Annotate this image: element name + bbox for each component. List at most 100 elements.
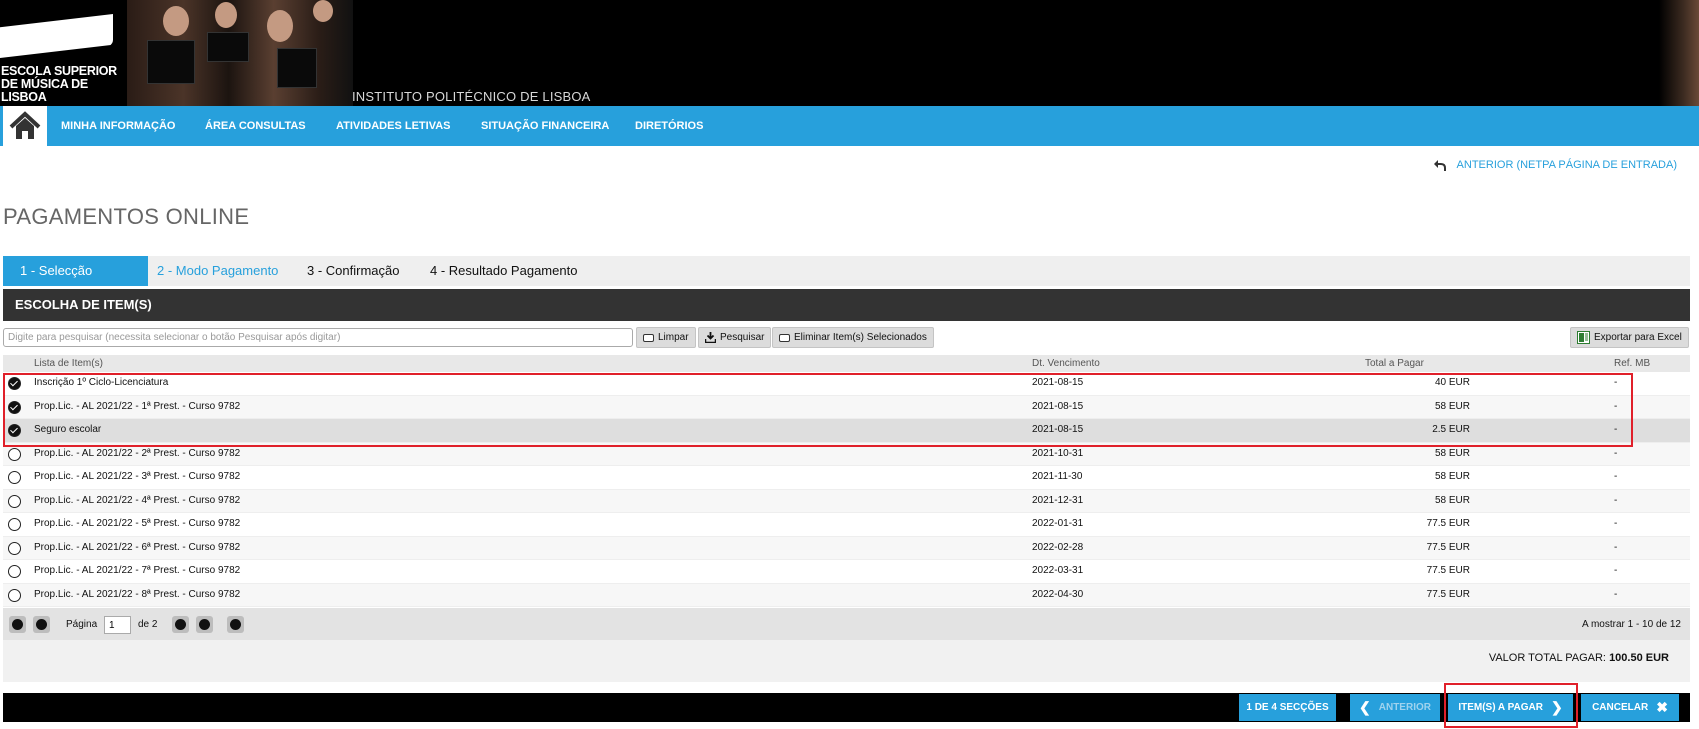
table-row[interactable]: Prop.Lic. - AL 2021/22 - 4ª Prest. - Cur…	[3, 489, 1690, 513]
checked-radio-icon[interactable]	[8, 377, 21, 390]
unchecked-radio-icon[interactable]	[8, 518, 21, 531]
total-area: VALOR TOTAL PAGAR: 100.50 EUR	[3, 640, 1690, 682]
previous-button[interactable]: ❮ ANTERIOR	[1350, 694, 1440, 721]
total-amount: 77.5 EUR	[1426, 588, 1470, 600]
table-row[interactable]: Prop.Lic. - AL 2021/22 - 5ª Prest. - Cur…	[3, 513, 1690, 537]
main-nav: MINHA INFORMAÇÃO ÁREA CONSULTAS ATIVIDAD…	[0, 106, 1699, 146]
ref-mb: -	[1614, 400, 1618, 412]
due-date: 2021-08-15	[1032, 377, 1084, 388]
sections-label: 1 DE 4 SECÇÕES	[1246, 702, 1329, 713]
chevron-right-icon: ❯	[1550, 699, 1563, 715]
table-row[interactable]: Prop.Lic. - AL 2021/22 - 3ª Prest. - Cur…	[3, 466, 1690, 490]
total-amount: 77.5 EUR	[1426, 541, 1470, 553]
due-date: 2021-12-31	[1032, 494, 1084, 506]
table-row[interactable]: Prop.Lic. - AL 2021/22 - 8ª Prest. - Cur…	[3, 583, 1690, 607]
page-title: PAGAMENTOS ONLINE	[3, 204, 250, 229]
banner-photo-edge	[1659, 0, 1699, 106]
ref-mb: -	[1614, 377, 1618, 388]
items-to-pay-label: ITEM(S) A PAGAR	[1458, 702, 1543, 713]
col-header-items: Lista de Item(s)	[34, 358, 103, 369]
section-title: ESCOLHA DE ITEM(S)	[3, 289, 1690, 321]
ref-mb: -	[1614, 494, 1618, 506]
remove-icon	[779, 333, 790, 342]
back-link[interactable]: ANTERIOR (NETPA PÁGINA DE ENTRADA)	[1433, 158, 1677, 172]
first-page-button[interactable]	[9, 616, 26, 633]
table-header: Lista de Item(s) Dt. Vencimento Total a …	[3, 355, 1690, 372]
unchecked-radio-icon[interactable]	[8, 447, 21, 461]
last-page-button[interactable]	[196, 616, 213, 633]
total-amount: 58 EUR	[1434, 494, 1470, 506]
table-row[interactable]: Prop.Lic. - AL 2021/22 - 7ª Prest. - Cur…	[3, 560, 1690, 584]
remove-selected-label: Eliminar Item(s) Selecionados	[794, 332, 927, 343]
table-row[interactable]: Inscrição 1º Ciclo-Licenciatura 2021-08-1…	[3, 372, 1690, 396]
ref-mb: -	[1614, 447, 1618, 459]
table-row[interactable]: Prop.Lic. - AL 2021/22 - 6ª Prest. - Cur…	[3, 536, 1690, 560]
unchecked-radio-icon[interactable]	[8, 494, 21, 508]
page-label: Página	[66, 619, 98, 630]
previous-label: ANTERIOR	[1378, 702, 1431, 713]
home-icon	[9, 111, 41, 139]
nav-situacao-financeira[interactable]: SITUAÇÃO FINANCEIRA	[481, 106, 609, 146]
search-button[interactable]: Pesquisar	[698, 327, 772, 348]
ref-mb: -	[1614, 471, 1618, 482]
institute-name: INSTITUTO POLITÉCNICO DE LISBOA	[352, 89, 591, 104]
prev-page-button[interactable]	[33, 616, 50, 633]
export-excel-button[interactable]: Exportar para Excel	[1570, 327, 1689, 348]
search-input[interactable]	[3, 328, 633, 347]
checked-radio-icon[interactable]	[8, 424, 21, 437]
nav-diretorios[interactable]: DIRETÓRIOS	[635, 106, 703, 146]
item-name: Prop.Lic. - AL 2021/22 - 7ª Prest. - Cur…	[34, 565, 241, 576]
refresh-button[interactable]	[227, 616, 244, 633]
due-date: 2022-03-31	[1032, 565, 1084, 576]
remove-selected-button[interactable]: Eliminar Item(s) Selecionados	[772, 327, 934, 348]
wizard-steps: 1 - Selecção Item(s) 2 - Modo Pagamento …	[3, 256, 1690, 308]
col-header-due-date: Dt. Vencimento	[1032, 358, 1100, 369]
clear-button[interactable]: Limpar	[636, 327, 696, 348]
prev-page-icon	[36, 619, 47, 630]
school-logo: ESCOLA SUPERIOR DE MÚSICA DE LISBOA	[0, 0, 120, 106]
due-date: 2021-10-31	[1032, 447, 1084, 459]
next-page-button[interactable]	[172, 616, 189, 633]
next-page-icon	[175, 619, 186, 630]
cancel-label: CANCELAR	[1592, 702, 1649, 713]
item-name: Prop.Lic. - AL 2021/22 - 2ª Prest. - Cur…	[34, 447, 241, 459]
last-page-icon	[199, 619, 210, 630]
item-name: Prop.Lic. - AL 2021/22 - 1ª Prest. - Cur…	[34, 400, 241, 412]
pager: Página de 2 A mostrar 1 - 10 de 12	[3, 608, 1690, 640]
nav-minha-informacao[interactable]: MINHA INFORMAÇÃO	[61, 106, 175, 146]
nav-area-consultas[interactable]: ÁREA CONSULTAS	[205, 106, 306, 146]
checked-radio-icon[interactable]	[8, 400, 21, 414]
ref-mb: -	[1614, 518, 1618, 529]
step-2-tab[interactable]: 2 - Modo Pagamento	[157, 256, 278, 286]
step-1-tab[interactable]: 1 - Selecção Item(s)	[3, 256, 148, 308]
back-link-label: ANTERIOR (NETPA PÁGINA DE ENTRADA)	[1456, 159, 1677, 171]
back-arrow-icon	[1433, 160, 1446, 171]
home-button[interactable]	[3, 106, 47, 146]
nav-atividades-letivas[interactable]: ATIVIDADES LETIVAS	[336, 106, 451, 146]
choir-photo	[127, 0, 353, 106]
download-icon	[705, 332, 716, 343]
page-number-input[interactable]	[104, 616, 131, 634]
close-icon: ✖	[1656, 699, 1668, 715]
col-header-ref-mb: Ref. MB	[1614, 358, 1651, 369]
item-name: Prop.Lic. - AL 2021/22 - 4ª Prest. - Cur…	[34, 494, 241, 506]
table-row[interactable]: Prop.Lic. - AL 2021/22 - 2ª Prest. - Cur…	[3, 442, 1690, 466]
unchecked-radio-icon[interactable]	[8, 588, 21, 602]
table-row[interactable]: Prop.Lic. - AL 2021/22 - 1ª Prest. - Cur…	[3, 395, 1690, 419]
cancel-button[interactable]: CANCELAR ✖	[1581, 694, 1679, 721]
table-row[interactable]: Seguro escolar 2021-08-15 2.5 EUR -	[3, 419, 1690, 443]
unchecked-radio-icon[interactable]	[8, 541, 21, 555]
item-name: Prop.Lic. - AL 2021/22 - 3ª Prest. - Cur…	[34, 471, 241, 482]
ref-mb: -	[1614, 588, 1618, 600]
due-date: 2022-02-28	[1032, 541, 1084, 553]
page-count-label: de 2	[138, 619, 158, 630]
total-amount: 58 EUR	[1434, 471, 1470, 482]
items-to-pay-button[interactable]: ITEM(S) A PAGAR ❯	[1448, 694, 1573, 721]
clear-icon	[643, 333, 654, 342]
item-name: Inscrição 1º Ciclo-Licenciatura	[34, 377, 169, 388]
chevron-left-icon: ❮	[1359, 699, 1371, 715]
unchecked-radio-icon[interactable]	[8, 565, 21, 578]
unchecked-radio-icon[interactable]	[8, 471, 21, 484]
total-label: VALOR TOTAL PAGAR:	[1488, 652, 1606, 664]
total-amount: 2.5 EUR	[1432, 424, 1470, 435]
